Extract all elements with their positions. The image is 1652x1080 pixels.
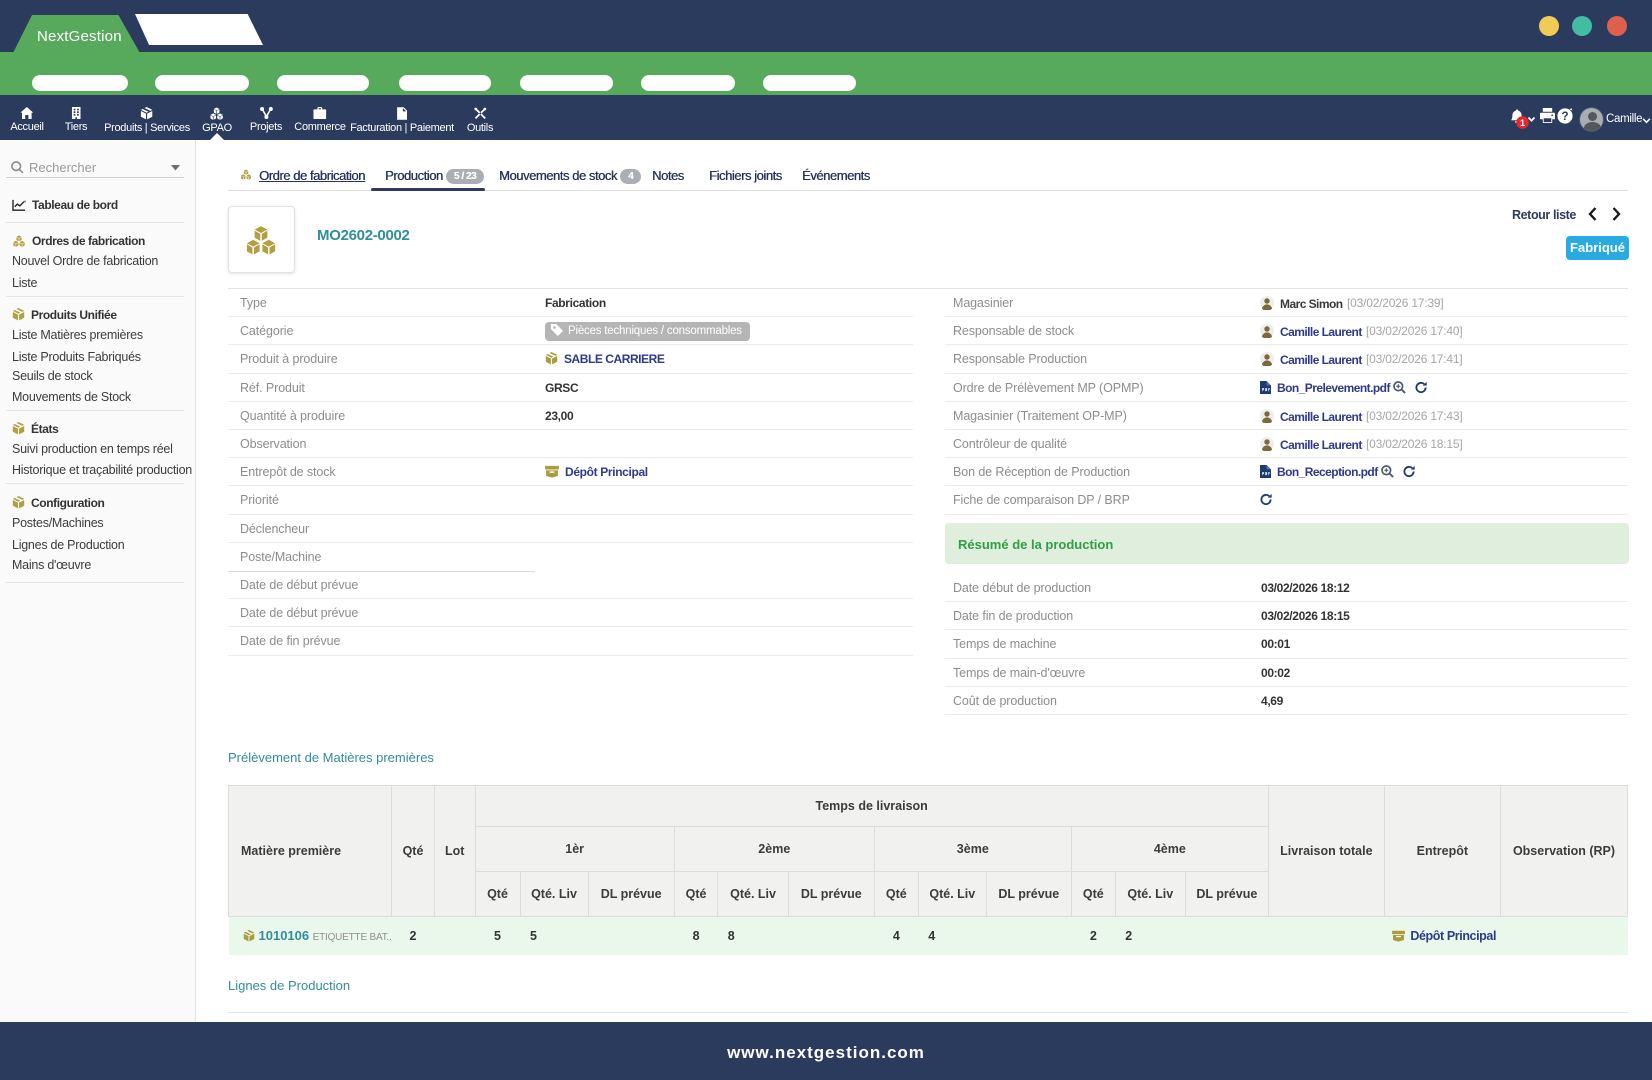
svg-text:1: 1 [1520,118,1525,128]
svg-text:?: ? [1561,111,1568,123]
